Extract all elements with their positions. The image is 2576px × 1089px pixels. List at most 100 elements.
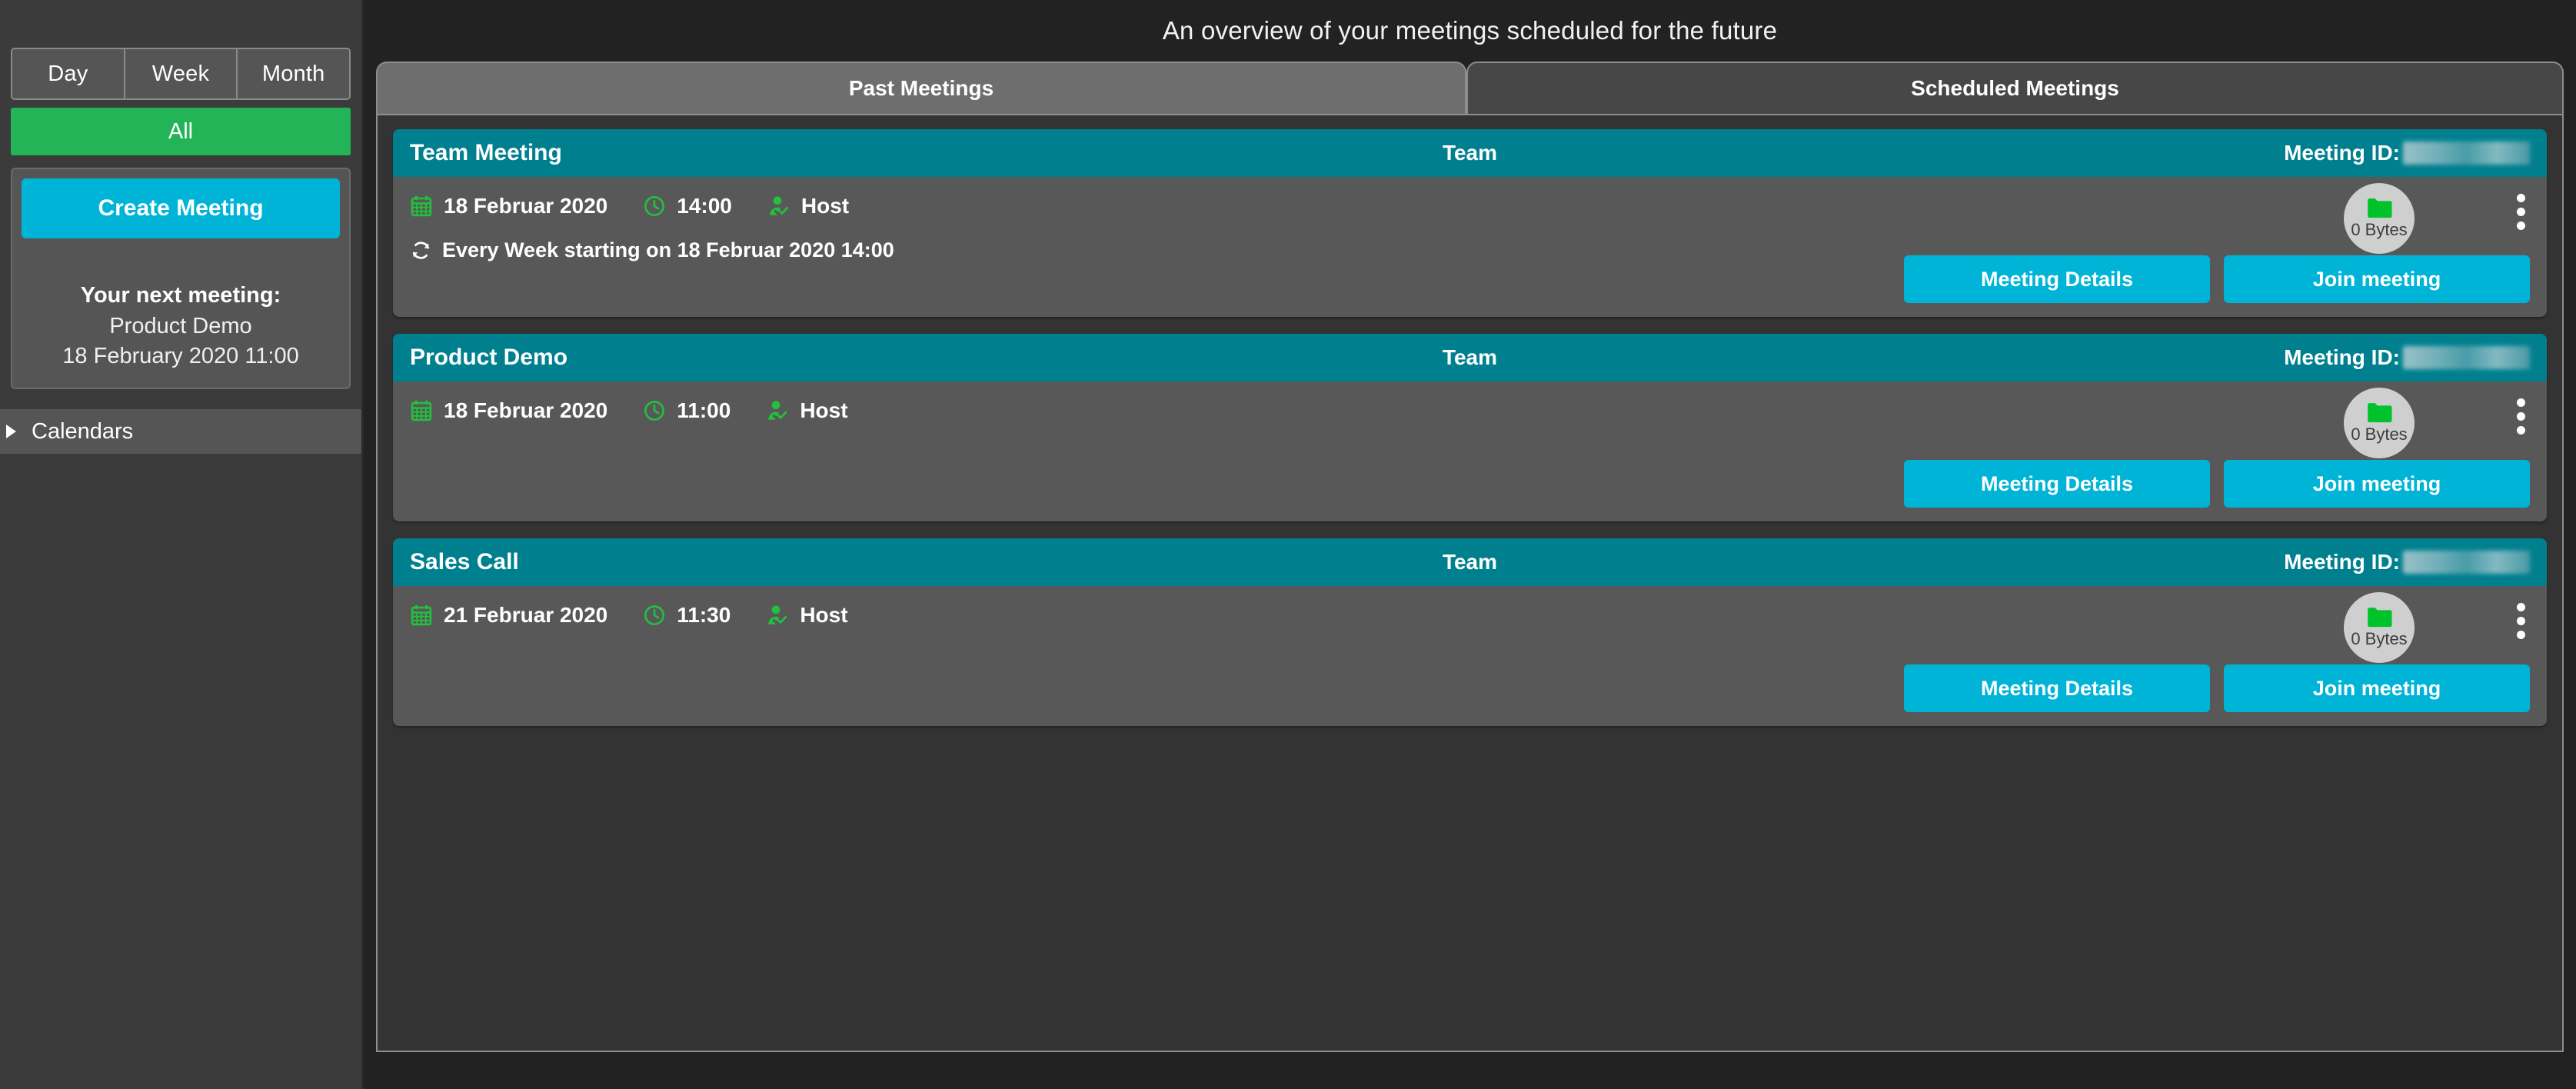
meeting-id-block: Meeting ID: <box>2284 141 2530 165</box>
page-subtitle: An overview of your meetings scheduled f… <box>1162 16 1778 45</box>
meetings-app: Day Week Month All Create Meeting Your n… <box>0 0 2576 1089</box>
meeting-role-item: Host <box>767 194 849 218</box>
tab-past-meetings[interactable]: Past Meetings <box>376 62 1466 114</box>
meeting-time-item: 14:00 <box>643 194 732 218</box>
meeting-recordings-size-badge[interactable]: 0 Bytes <box>2344 592 2415 663</box>
meeting-time-item: 11:30 <box>643 603 731 628</box>
meeting-role-item: Host <box>766 603 848 628</box>
meeting-recurrence-text: Every Week starting on 18 Februar 2020 1… <box>442 238 894 261</box>
meeting-date: 18 Februar 2020 <box>444 194 608 218</box>
meeting-id-label: Meeting ID: <box>2284 345 2400 369</box>
meeting-recordings-size-label: 0 Bytes <box>2351 629 2408 648</box>
meeting-team-label: Team <box>1442 141 1498 165</box>
main-content: An overview of your meetings scheduled f… <box>364 0 2576 1089</box>
calendar-icon <box>410 195 433 218</box>
clock-icon <box>643 399 666 422</box>
join-meeting-label: Join meeting <box>2312 471 2441 495</box>
kebab-dot <box>2517 398 2525 407</box>
folder-icon <box>2366 606 2392 628</box>
meeting-details-label: Meeting Details <box>1980 676 2134 700</box>
meeting-meta-row: 18 Februar 2020 14:00 Host <box>410 194 2530 218</box>
meeting-time: 14:00 <box>677 194 732 218</box>
meeting-time: 11:30 <box>677 603 731 627</box>
join-meeting-button[interactable]: Join meeting <box>2224 460 2530 508</box>
meeting-card-actions: Meeting Details Join meeting <box>1904 664 2530 712</box>
next-meeting-panel: Create Meeting Your next meeting: Produc… <box>11 168 351 389</box>
meeting-meta-row: 18 Februar 2020 11:00 Host <box>410 398 2530 423</box>
meeting-card: Team Meeting Team Meeting ID: 18 Februar… <box>393 129 2547 317</box>
join-meeting-label: Join meeting <box>2312 676 2441 700</box>
meeting-details-button[interactable]: Meeting Details <box>1904 664 2210 712</box>
kebab-dot <box>2517 603 2525 611</box>
meeting-date: 21 Februar 2020 <box>444 603 608 627</box>
join-meeting-button[interactable]: Join meeting <box>2224 664 2530 712</box>
meeting-title: Team Meeting <box>410 140 562 165</box>
meeting-id-value-redacted <box>2403 551 2530 574</box>
clock-icon <box>643 604 666 627</box>
next-meeting-name: Product Demo <box>109 314 252 338</box>
view-mode-week-button[interactable]: Week <box>125 49 238 98</box>
calendars-label: Calendars <box>32 418 134 444</box>
meeting-role: Host <box>800 194 850 218</box>
kebab-dot <box>2517 617 2525 625</box>
user-check-icon <box>767 195 790 218</box>
meeting-card-actions: Meeting Details Join meeting <box>1904 255 2530 303</box>
meeting-card-header: Sales Call Team Meeting ID: <box>393 538 2547 586</box>
create-meeting-button[interactable]: Create Meeting <box>22 178 340 238</box>
view-mode-month-button[interactable]: Month <box>238 49 349 98</box>
kebab-dot <box>2517 221 2525 230</box>
kebab-dot <box>2517 208 2525 216</box>
filter-all-label: All <box>168 118 194 144</box>
meeting-id-block: Meeting ID: <box>2284 345 2530 370</box>
meeting-id-label: Meeting ID: <box>2284 141 2400 165</box>
create-meeting-label: Create Meeting <box>98 195 264 221</box>
join-meeting-button[interactable]: Join meeting <box>2224 255 2530 303</box>
meeting-details-button[interactable]: Meeting Details <box>1904 460 2210 508</box>
meeting-recordings-size-label: 0 Bytes <box>2351 425 2408 444</box>
meeting-meta-row: 21 Februar 2020 11:30 Host <box>410 603 2530 628</box>
meeting-card: Product Demo Team Meeting ID: 18 Februar… <box>393 334 2547 521</box>
meetings-panel: Team Meeting Team Meeting ID: 18 Februar… <box>376 114 2564 1052</box>
meeting-id-block: Meeting ID: <box>2284 550 2530 574</box>
view-mode-week-label: Week <box>151 61 210 86</box>
meeting-recordings-size-badge[interactable]: 0 Bytes <box>2344 183 2415 254</box>
sidebar-item-calendars[interactable]: Calendars <box>0 409 361 454</box>
view-mode-month-label: Month <box>261 61 325 86</box>
meeting-card-body: 21 Februar 2020 11:30 Host 0 Bytes Meeti… <box>393 586 2547 726</box>
meeting-role-item: Host <box>766 398 848 423</box>
meeting-time: 11:00 <box>677 398 731 422</box>
meeting-team-label: Team <box>1442 550 1498 574</box>
clock-icon <box>643 195 666 218</box>
meeting-card: Sales Call Team Meeting ID: 21 Februar 2… <box>393 538 2547 726</box>
meeting-date: 18 Februar 2020 <box>444 398 608 422</box>
sidebar: Day Week Month All Create Meeting Your n… <box>0 0 364 1089</box>
kebab-dot <box>2517 194 2525 202</box>
repeat-icon <box>410 239 432 261</box>
folder-icon <box>2366 401 2392 423</box>
view-mode-day-button[interactable]: Day <box>12 49 125 98</box>
meeting-recordings-size-badge[interactable]: 0 Bytes <box>2344 388 2415 458</box>
meeting-title: Product Demo <box>410 345 568 370</box>
meeting-card-header: Team Meeting Team Meeting ID: <box>393 129 2547 177</box>
meeting-card-actions: Meeting Details Join meeting <box>1904 460 2530 508</box>
kebab-dot <box>2517 631 2525 639</box>
user-check-icon <box>766 604 789 627</box>
kebab-menu-icon[interactable] <box>2517 603 2525 639</box>
meeting-team-label: Team <box>1442 345 1498 369</box>
tab-past-meetings-label: Past Meetings <box>848 76 994 100</box>
view-mode-day-label: Day <box>48 61 88 86</box>
filter-all-button[interactable]: All <box>11 108 351 155</box>
meeting-details-button[interactable]: Meeting Details <box>1904 255 2210 303</box>
kebab-menu-icon[interactable] <box>2517 194 2525 230</box>
meeting-id-value-redacted <box>2403 142 2530 165</box>
tab-scheduled-meetings[interactable]: Scheduled Meetings <box>1466 62 2564 114</box>
meeting-id-label: Meeting ID: <box>2284 550 2400 574</box>
meeting-card-body: 18 Februar 2020 11:00 Host 0 Bytes Meeti… <box>393 381 2547 521</box>
next-meeting-title: Your next meeting: <box>80 283 281 308</box>
kebab-menu-icon[interactable] <box>2517 398 2525 435</box>
meeting-details-label: Meeting Details <box>1980 471 2134 495</box>
tab-scheduled-meetings-label: Scheduled Meetings <box>1911 76 2119 100</box>
next-meeting-datetime: 18 February 2020 11:00 <box>62 344 299 368</box>
meeting-card-header: Product Demo Team Meeting ID: <box>393 334 2547 381</box>
meeting-date-item: 18 Februar 2020 <box>410 398 607 423</box>
